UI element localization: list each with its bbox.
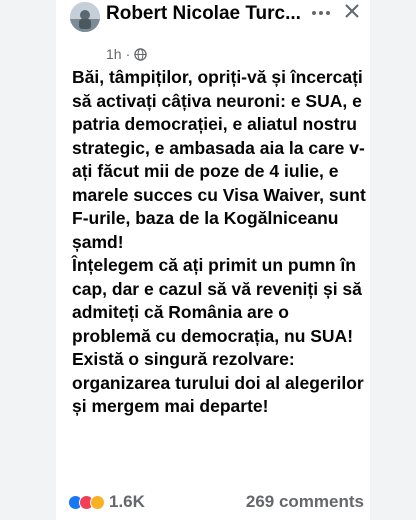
- close-icon: [345, 4, 359, 18]
- avatar-photo: [70, 2, 100, 32]
- reactions-count: 1.6K: [109, 492, 145, 511]
- post-menu-button[interactable]: [310, 4, 332, 20]
- angry-reaction-icon: [90, 494, 105, 510]
- post-text: Băi, tâmpiților, opriți-vă și încercați …: [72, 67, 366, 416]
- author-name[interactable]: Robert Nicolae Turc...: [106, 2, 306, 26]
- close-button[interactable]: [342, 2, 362, 22]
- more-horizontal-icon: [312, 11, 330, 15]
- post-footer: 1.6K 269 comments: [68, 492, 364, 518]
- reactions-summary[interactable]: 1.6K: [68, 492, 145, 512]
- post-time[interactable]: 1h: [106, 46, 122, 62]
- post-meta: 1h ·: [106, 46, 147, 62]
- globe-icon: [134, 47, 147, 61]
- comments-count[interactable]: 269 comments: [246, 492, 364, 512]
- meta-separator: ·: [125, 46, 131, 62]
- avatar[interactable]: [70, 2, 100, 32]
